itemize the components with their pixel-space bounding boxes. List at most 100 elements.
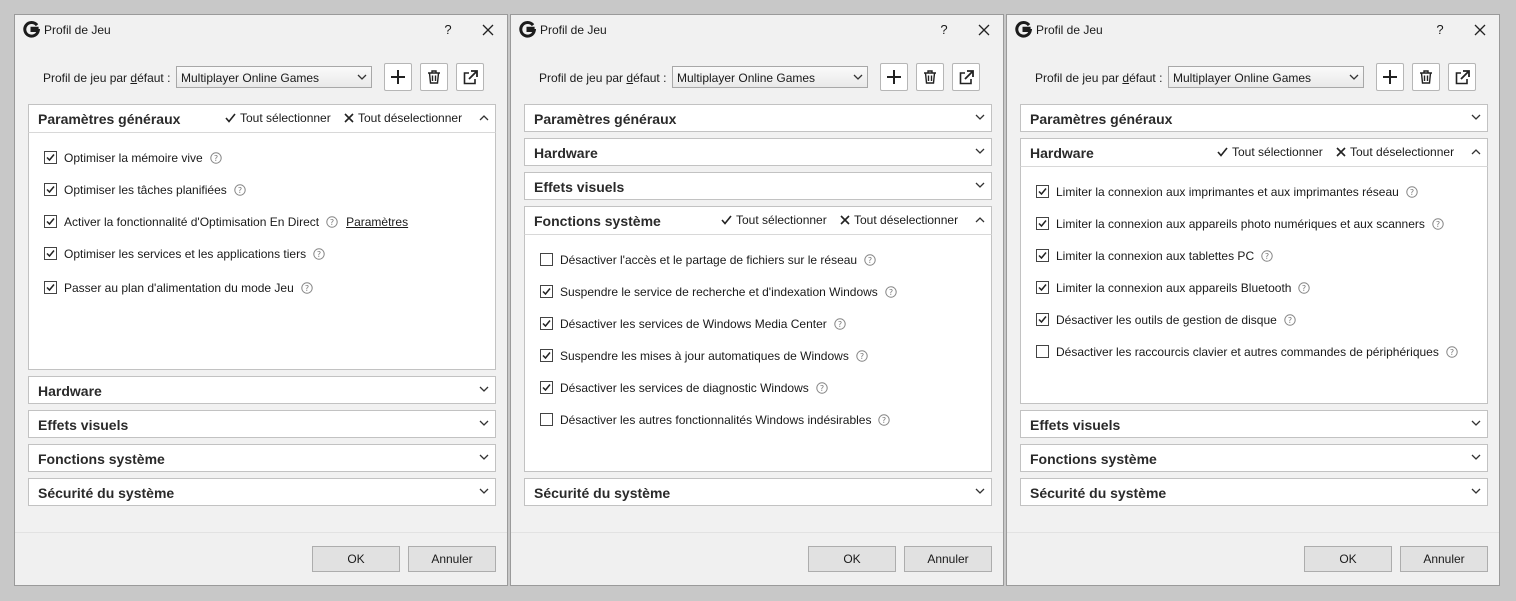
help-icon[interactable]: ? [864, 254, 876, 266]
help-icon[interactable]: ? [313, 248, 325, 260]
section-security-header[interactable]: Sécurité du système [28, 478, 496, 506]
checkbox[interactable] [540, 413, 553, 426]
export-profile-button[interactable] [952, 63, 980, 91]
profile-select[interactable]: Multiplayer Online Games [672, 66, 868, 88]
section-visual-header[interactable]: Effets visuels [28, 410, 496, 438]
checkbox[interactable] [1036, 281, 1049, 294]
help-icon[interactable]: ? [1432, 218, 1444, 230]
section-system-header[interactable]: Fonctions système [28, 444, 496, 472]
chevron-down-icon[interactable] [479, 488, 489, 495]
chevron-up-icon[interactable] [479, 114, 489, 121]
chevron-down-icon[interactable] [1471, 488, 1481, 495]
help-icon[interactable]: ? [834, 318, 846, 330]
help-icon[interactable]: ? [856, 350, 868, 362]
help-button[interactable]: ? [1427, 19, 1453, 41]
help-icon[interactable]: ? [326, 216, 338, 228]
help-icon[interactable]: ? [1298, 282, 1311, 294]
section-hardware-title[interactable]: Hardware [1030, 145, 1094, 161]
add-profile-button[interactable] [384, 63, 412, 91]
section-visual-header[interactable]: Effets visuels [524, 172, 992, 200]
checkbox[interactable] [1036, 249, 1049, 262]
section-hardware-title[interactable]: Hardware [38, 383, 102, 399]
section-visual-title[interactable]: Effets visuels [1030, 417, 1120, 433]
checkbox[interactable] [44, 247, 57, 260]
help-icon[interactable]: ? [1284, 314, 1296, 326]
checkbox[interactable] [540, 253, 553, 266]
cancel-button[interactable]: Annuler [904, 546, 992, 572]
chevron-down-icon[interactable] [1471, 420, 1481, 427]
close-button[interactable] [1467, 19, 1493, 41]
checkbox[interactable] [540, 285, 553, 298]
profile-select[interactable]: Multiplayer Online Games [176, 66, 372, 88]
section-general-header[interactable]: Paramètres généraux [1020, 104, 1488, 132]
section-hardware-header[interactable]: Hardware Tout sélectionner Tout déselect… [1020, 138, 1488, 166]
section-security-title[interactable]: Sécurité du système [534, 485, 670, 501]
select-all-button[interactable]: Tout sélectionner [1217, 145, 1323, 159]
section-system-header[interactable]: Fonctions système Tout sélectionner Tout… [524, 206, 992, 234]
checkbox[interactable] [44, 183, 57, 196]
chevron-down-icon[interactable] [975, 114, 985, 121]
help-icon[interactable]: ? [878, 414, 891, 426]
section-visual-title[interactable]: Effets visuels [38, 417, 128, 433]
profile-select[interactable]: Multiplayer Online Games [1168, 66, 1364, 88]
chevron-down-icon[interactable] [1471, 454, 1481, 461]
section-visual-header[interactable]: Effets visuels [1020, 410, 1488, 438]
section-hardware-header[interactable]: Hardware [524, 138, 992, 166]
ok-button[interactable]: OK [1304, 546, 1392, 572]
help-button[interactable]: ? [931, 19, 957, 41]
section-general-header[interactable]: Paramètres généraux [524, 104, 992, 132]
deselect-all-button[interactable]: Tout déselectionner [840, 213, 958, 227]
help-icon[interactable]: ? [816, 382, 828, 394]
delete-profile-button[interactable] [916, 63, 944, 91]
export-profile-button[interactable] [1448, 63, 1476, 91]
select-all-button[interactable]: Tout sélectionner [225, 111, 331, 125]
chevron-down-icon[interactable] [975, 148, 985, 155]
section-hardware-header[interactable]: Hardware [28, 376, 496, 404]
help-icon[interactable]: ? [1446, 346, 1458, 358]
chevron-down-icon[interactable] [479, 386, 489, 393]
deselect-all-button[interactable]: Tout déselectionner [344, 111, 462, 125]
chevron-down-icon[interactable] [479, 420, 489, 427]
help-icon[interactable]: ? [301, 282, 313, 294]
settings-link[interactable]: Paramètres [346, 215, 408, 229]
checkbox[interactable] [1036, 313, 1049, 326]
help-icon[interactable]: ? [234, 184, 246, 196]
help-icon[interactable]: ? [885, 286, 897, 298]
checkbox[interactable] [1036, 217, 1049, 230]
section-system-title[interactable]: Fonctions système [38, 451, 165, 467]
section-security-title[interactable]: Sécurité du système [1030, 485, 1166, 501]
help-icon[interactable]: ? [1261, 250, 1273, 262]
cancel-button[interactable]: Annuler [1400, 546, 1488, 572]
checkbox[interactable] [540, 317, 553, 330]
section-system-title[interactable]: Fonctions système [1030, 451, 1157, 467]
select-all-button[interactable]: Tout sélectionner [721, 213, 827, 227]
section-general-header[interactable]: Paramètres généraux Tout sélectionner To… [28, 104, 496, 132]
section-general-title[interactable]: Paramètres généraux [534, 111, 676, 127]
section-system-header[interactable]: Fonctions système [1020, 444, 1488, 472]
help-icon[interactable]: ? [210, 152, 222, 164]
checkbox[interactable] [1036, 185, 1049, 198]
section-security-header[interactable]: Sécurité du système [1020, 478, 1488, 506]
section-hardware-title[interactable]: Hardware [534, 145, 598, 161]
checkbox[interactable] [44, 215, 57, 228]
chevron-down-icon[interactable] [975, 182, 985, 189]
ok-button[interactable]: OK [312, 546, 400, 572]
close-button[interactable] [475, 19, 501, 41]
add-profile-button[interactable] [1376, 63, 1404, 91]
chevron-down-icon[interactable] [975, 488, 985, 495]
ok-button[interactable]: OK [808, 546, 896, 572]
checkbox[interactable] [540, 381, 553, 394]
section-general-title[interactable]: Paramètres généraux [38, 111, 180, 127]
section-security-title[interactable]: Sécurité du système [38, 485, 174, 501]
section-visual-title[interactable]: Effets visuels [534, 179, 624, 195]
chevron-down-icon[interactable] [479, 454, 489, 461]
help-icon[interactable]: ? [1406, 186, 1418, 198]
add-profile-button[interactable] [880, 63, 908, 91]
cancel-button[interactable]: Annuler [408, 546, 496, 572]
delete-profile-button[interactable] [420, 63, 448, 91]
chevron-up-icon[interactable] [1471, 148, 1481, 155]
section-system-title[interactable]: Fonctions système [534, 213, 661, 229]
delete-profile-button[interactable] [1412, 63, 1440, 91]
chevron-down-icon[interactable] [1471, 114, 1481, 121]
checkbox[interactable] [44, 281, 57, 294]
